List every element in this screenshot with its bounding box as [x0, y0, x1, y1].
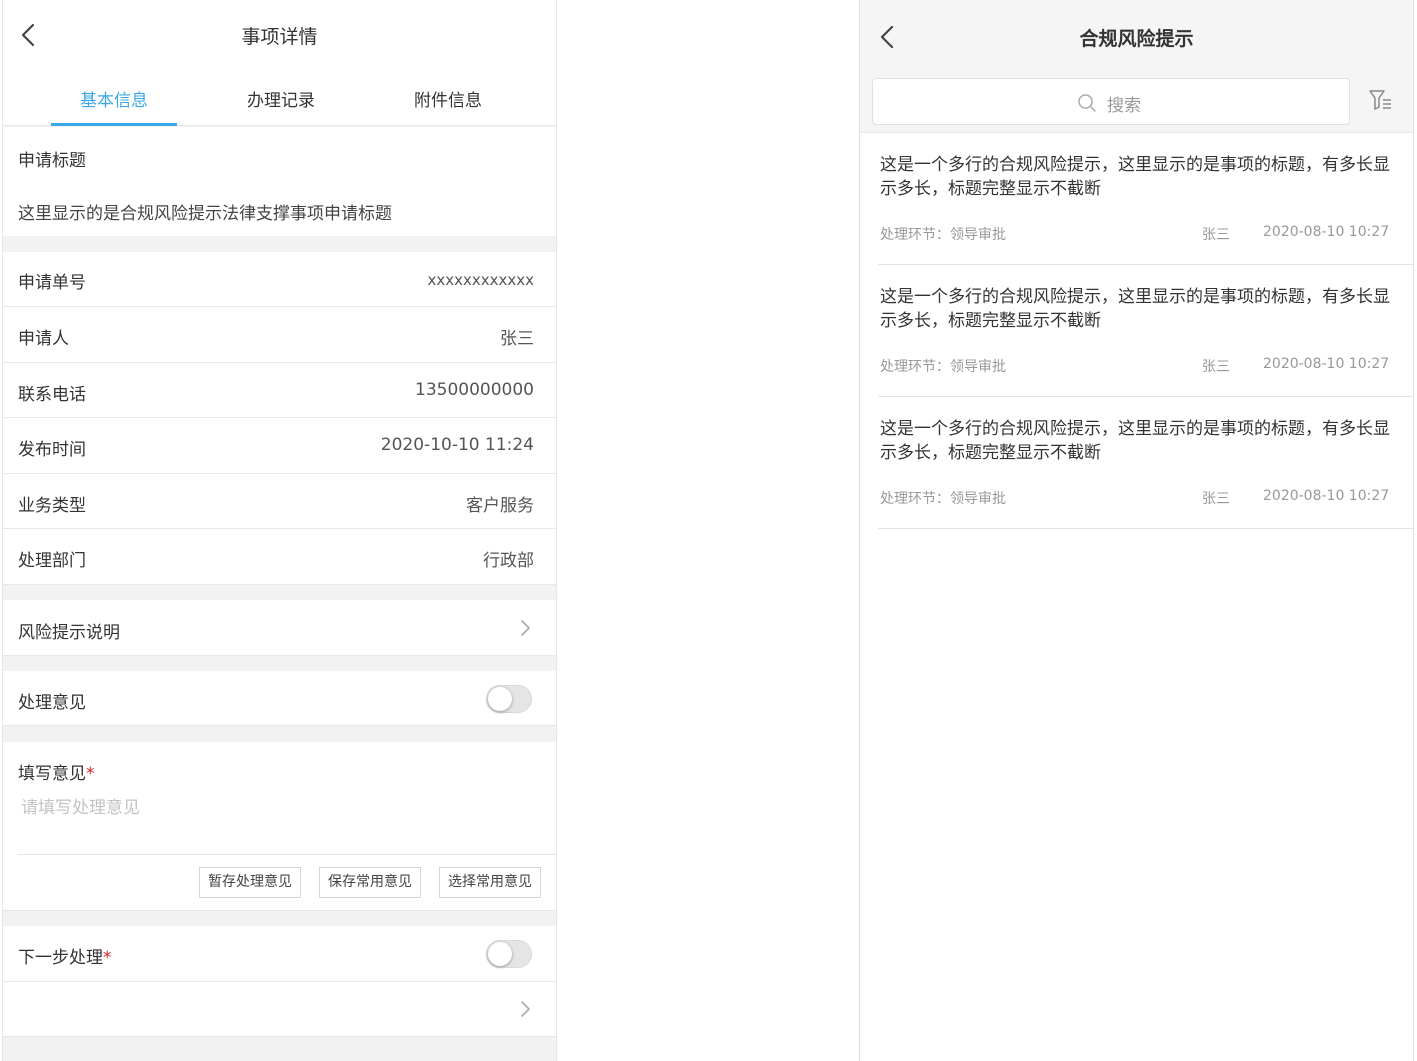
item-stage: 处理环节：领导审批: [880, 491, 1006, 507]
opinion-toggle-row: 处理意见: [3, 671, 556, 726]
apply-title-block: 申请标题 这里显示的是合规风险提示法律支撑事项申请标题: [3, 127, 556, 236]
item-title: 这是一个多行的合规风险提示，这里显示的是事项的标题，有多长显示多长，标题完整显示…: [880, 419, 1390, 463]
divider: [18, 854, 556, 855]
item-title: 这是一个多行的合规风险提示，这里显示的是事项的标题，有多长显示多长，标题完整显示…: [880, 287, 1390, 331]
opinion-toggle-label: 处理意见: [18, 693, 86, 713]
opinion-form: 填写意见* 暂存处理意见 保存常用意见 选择常用意见: [3, 742, 556, 911]
field-row-department: 处理部门 行政部: [3, 529, 556, 585]
list-item[interactable]: 这是一个多行的合规风险提示，这里显示的是事项的标题，有多长显示多长，标题完整显示…: [878, 265, 1413, 397]
next-step-select-row[interactable]: [3, 982, 556, 1037]
page-title: 事项详情: [241, 26, 318, 48]
item-title: 这是一个多行的合规风险提示，这里显示的是事项的标题，有多长显示多长，标题完整显示…: [880, 155, 1390, 199]
field-label: 联系电话: [18, 385, 86, 405]
active-tab-indicator: [51, 123, 177, 126]
field-value: 2020-10-10 11:24: [380, 435, 534, 455]
chevron-right-icon: [521, 1001, 530, 1017]
filter-icon[interactable]: [1368, 88, 1394, 114]
apply-title-label: 申请标题: [18, 151, 86, 171]
list-item[interactable]: 这是一个多行的合规风险提示，这里显示的是事项的标题，有多长显示多长，标题完整显示…: [878, 397, 1413, 529]
field-row-phone: 联系电话 13500000000: [3, 363, 556, 418]
search-icon: [1078, 94, 1096, 112]
field-row-publish-time: 发布时间 2020-10-10 11:24: [3, 418, 556, 474]
field-row-business-type: 业务类型 客户服务: [3, 474, 556, 529]
field-label: 申请单号: [18, 273, 86, 293]
field-value: 客户服务: [466, 496, 534, 516]
field-value: 13500000000: [415, 380, 534, 400]
page-title: 合规风险提示: [1079, 28, 1194, 50]
tab-attachments[interactable]: 附件信息: [383, 86, 513, 111]
item-time: 2020-08-10 10:27: [1263, 356, 1390, 372]
opinion-input[interactable]: [21, 798, 541, 818]
field-value: 行政部: [483, 551, 534, 571]
next-step-toggle-switch[interactable]: [486, 940, 532, 968]
item-person: 张三: [1202, 227, 1230, 243]
required-mark: *: [103, 948, 112, 968]
risk-note-row[interactable]: 风险提示说明: [3, 600, 556, 656]
field-row-applicant: 申请人 张三: [3, 307, 556, 363]
next-step-label: 下一步处理*: [18, 943, 112, 968]
item-person: 张三: [1202, 491, 1230, 507]
save-common-opinion-button[interactable]: 保存常用意见: [319, 867, 421, 898]
tab-basic-info[interactable]: 基本信息: [49, 86, 179, 111]
chevron-right-icon: [521, 620, 530, 636]
apply-title-value: 这里显示的是合规风险提示法律支撑事项申请标题: [18, 204, 392, 224]
opinion-form-label: 填写意见*: [18, 759, 95, 784]
search-bar: 搜索: [860, 69, 1413, 133]
detail-tabs: 基本信息 办理记录 附件信息: [3, 72, 556, 126]
risk-list-screen: 合规风险提示 搜索 这是一个多行的合规风险提示，这里显示的是事项的标题，有多长显…: [859, 0, 1414, 1061]
field-label: 申请人: [18, 329, 69, 349]
detail-header: 事项详情: [3, 0, 556, 72]
next-step-row: 下一步处理*: [3, 926, 556, 982]
list-item[interactable]: 这是一个多行的合规风险提示，这里显示的是事项的标题，有多长显示多长，标题完整显示…: [878, 133, 1413, 265]
item-time: 2020-08-10 10:27: [1263, 224, 1390, 240]
search-placeholder: 搜索: [1107, 96, 1141, 116]
item-person: 张三: [1202, 359, 1230, 375]
field-label: 业务类型: [18, 496, 86, 516]
field-value: xxxxxxxxxxxx: [427, 271, 534, 289]
item-time: 2020-08-10 10:27: [1263, 488, 1390, 504]
field-label: 处理部门: [18, 551, 86, 571]
opinion-form-label-text: 填写意见: [18, 764, 86, 784]
save-draft-opinion-button[interactable]: 暂存处理意见: [199, 867, 301, 898]
detail-screen: 事项详情 基本信息 办理记录 附件信息 申请标题 这里显示的是合规风险提示法律支…: [2, 0, 557, 1061]
field-value: 张三: [500, 329, 534, 349]
risk-note-label: 风险提示说明: [18, 623, 120, 643]
next-step-label-text: 下一步处理: [18, 948, 103, 968]
field-row-apply-number: 申请单号 xxxxxxxxxxxx: [3, 252, 556, 307]
required-mark: *: [86, 764, 95, 784]
select-common-opinion-button[interactable]: 选择常用意见: [439, 867, 541, 898]
field-label: 发布时间: [18, 440, 86, 460]
item-stage: 处理环节：领导审批: [880, 227, 1006, 243]
list-header: 合规风险提示: [860, 0, 1413, 69]
opinion-toggle-switch[interactable]: [486, 685, 532, 713]
item-stage: 处理环节：领导审批: [880, 359, 1006, 375]
tab-handling-records[interactable]: 办理记录: [216, 86, 346, 111]
search-input[interactable]: 搜索: [872, 78, 1350, 125]
